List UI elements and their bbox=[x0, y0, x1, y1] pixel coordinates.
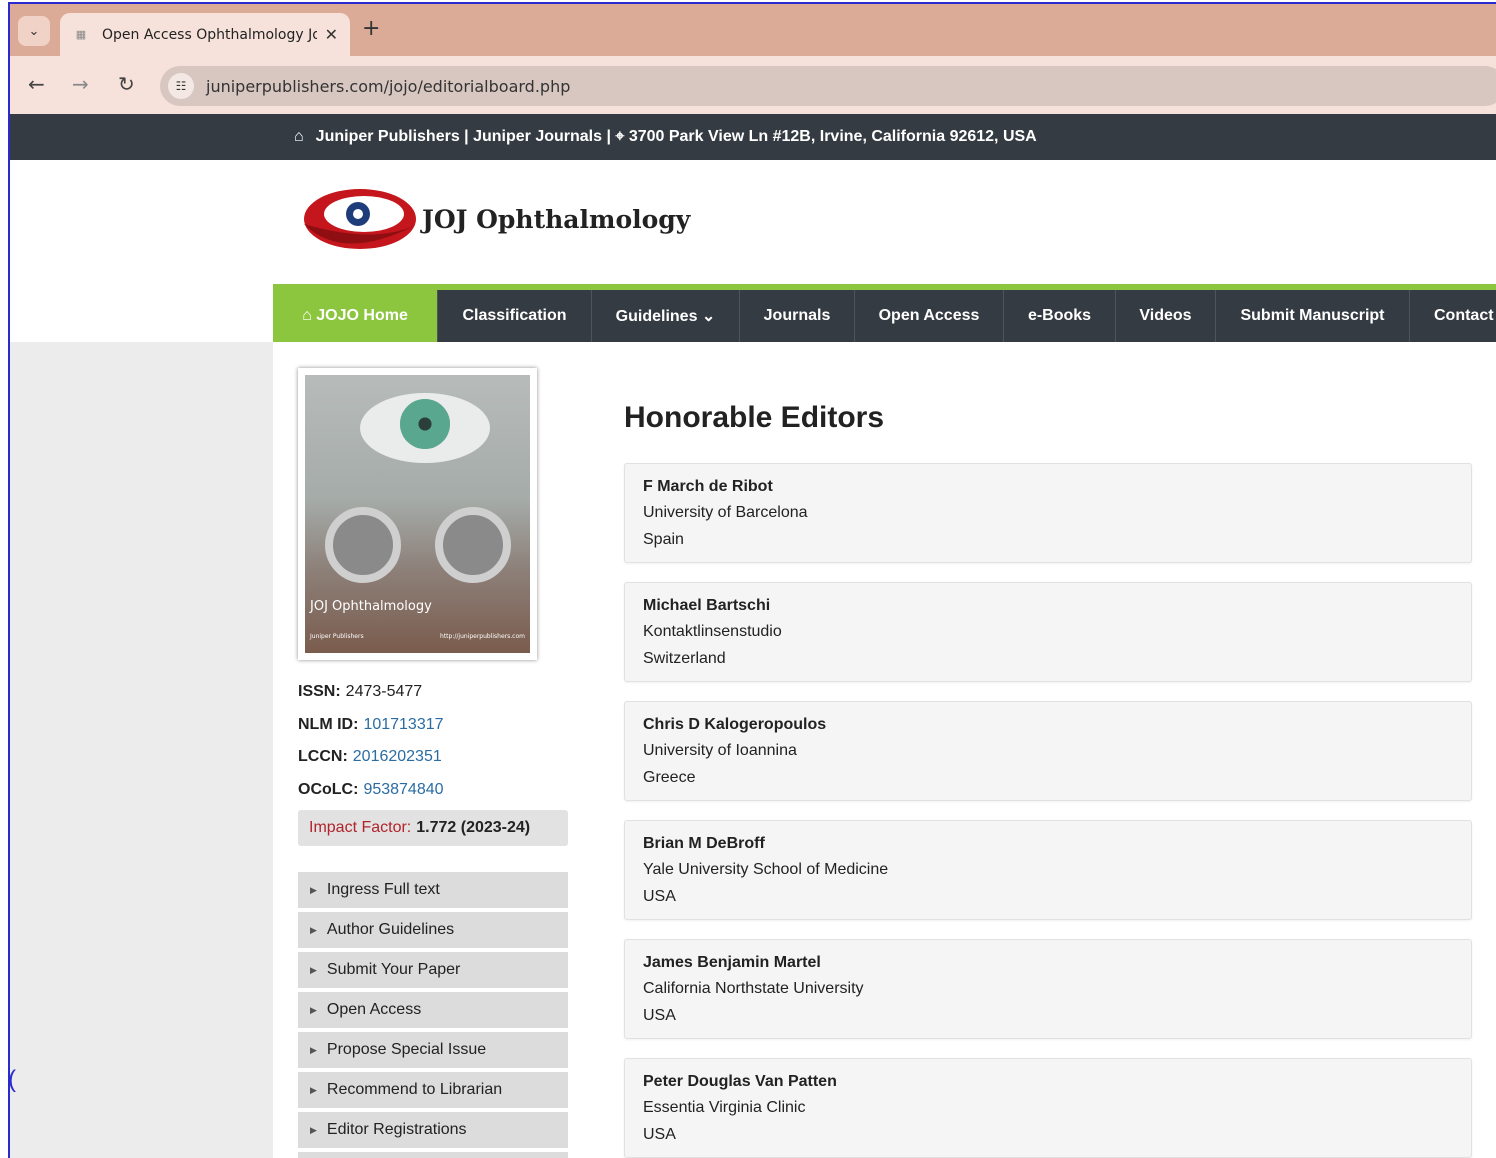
caret-right-icon: ▶ bbox=[310, 884, 317, 895]
caret-right-icon: ▶ bbox=[310, 964, 317, 975]
left-gutter bbox=[10, 342, 273, 1158]
caret-right-icon: ▶ bbox=[310, 1124, 317, 1135]
editor-affiliation: Essentia Virginia Clinic bbox=[643, 1099, 806, 1116]
caret-right-icon: ▶ bbox=[310, 1084, 317, 1095]
browser-window: ⌄ ▦ Open Access Ophthalmology Jo ✕ + ← →… bbox=[8, 2, 1496, 1158]
tab-title: Open Access Ophthalmology Jo bbox=[102, 26, 317, 43]
menu-item-classification[interactable]: Classification bbox=[438, 290, 592, 342]
menu-item-contact[interactable]: Contact bbox=[1410, 290, 1496, 342]
editor-card: Peter Douglas Van Patten Essentia Virgin… bbox=[624, 1058, 1472, 1158]
menu-item-ebooks[interactable]: e-Books bbox=[1004, 290, 1116, 342]
editor-card: Brian M DeBroff Yale University School o… bbox=[624, 820, 1472, 920]
menu-item-open-access[interactable]: Open Access bbox=[855, 290, 1004, 342]
eye-logo-icon bbox=[302, 184, 418, 254]
menu-item-jojo-home[interactable]: ⌂ JOJO Home bbox=[273, 290, 438, 342]
lccn-link[interactable]: 2016202351 bbox=[353, 748, 442, 766]
editor-name: Brian M DeBroff bbox=[643, 835, 765, 852]
new-tab-button[interactable]: + bbox=[362, 16, 380, 41]
menu-item-guidelines[interactable]: Guidelines ⌄ bbox=[592, 290, 740, 342]
editor-country: USA bbox=[643, 1126, 676, 1143]
editor-country: Switzerland bbox=[643, 650, 726, 667]
editor-country: Spain bbox=[643, 531, 684, 548]
journal-cover-image[interactable]: JOJ Ophthalmology Juniper Publishers htt… bbox=[298, 368, 537, 660]
editor-card: F March de Ribot University of Barcelona… bbox=[624, 463, 1472, 563]
home-icon: ⌂ bbox=[294, 128, 304, 145]
top-info-strip: ⌂ Juniper Publishers | Juniper Journals … bbox=[10, 114, 1496, 160]
editor-name: James Benjamin Martel bbox=[643, 954, 821, 971]
editor-country: USA bbox=[643, 1007, 676, 1024]
editor-card: Michael Bartschi Kontaktlinsenstudio Swi… bbox=[624, 582, 1472, 682]
nlm-label: NLM ID: bbox=[298, 715, 359, 733]
sidebar-item-submit-your-paper[interactable]: ▶ Submit Your Paper bbox=[298, 952, 568, 988]
page-title: Honorable Editors bbox=[624, 401, 885, 434]
back-icon[interactable]: ← bbox=[28, 72, 45, 96]
editor-affiliation: Yale University School of Medicine bbox=[643, 861, 889, 878]
editor-affiliation: University of Ioannina bbox=[643, 742, 797, 759]
favicon-icon: ▦ bbox=[75, 29, 87, 41]
impact-factor-label: Impact Factor: bbox=[309, 819, 412, 836]
editor-card: Chris D Kalogeropoulos University of Ioa… bbox=[624, 701, 1472, 801]
editor-country: USA bbox=[643, 888, 676, 905]
cover-title: JOJ Ophthalmology bbox=[310, 599, 432, 614]
nlm-link[interactable]: 101713317 bbox=[363, 716, 443, 734]
caret-right-icon: ▶ bbox=[310, 1044, 317, 1055]
editor-card: James Benjamin Martel California Northst… bbox=[624, 939, 1472, 1039]
impact-factor-box: Impact Factor: 1.772 (2023-24) bbox=[298, 810, 568, 846]
editor-affiliation: Kontaktlinsenstudio bbox=[643, 623, 782, 640]
menu-item-submit-manuscript[interactable]: Submit Manuscript bbox=[1216, 290, 1410, 342]
issn-value: 2473-5477 bbox=[345, 683, 423, 701]
menu-item-videos[interactable]: Videos bbox=[1116, 290, 1216, 342]
site-info-icon[interactable]: ☷ bbox=[168, 73, 194, 99]
top-info-text: Juniper Publishers | Juniper Journals | … bbox=[315, 128, 1037, 145]
editor-list: F March de Ribot University of Barcelona… bbox=[624, 463, 1472, 1158]
cover-publisher: Juniper Publishers bbox=[310, 633, 364, 640]
caret-right-icon: ▶ bbox=[310, 924, 317, 935]
editor-name: F March de Ribot bbox=[643, 478, 773, 495]
sidebar-item-open-access[interactable]: ▶ Open Access bbox=[298, 992, 568, 1028]
site-logo[interactable]: JOJ Ophthalmology bbox=[302, 184, 690, 254]
close-icon[interactable]: ✕ bbox=[325, 25, 338, 45]
issn-label: ISSN: bbox=[298, 683, 341, 701]
sidebar-item-partial[interactable] bbox=[298, 1152, 568, 1158]
sidebar-item-recommend-to-librarian[interactable]: ▶ Recommend to Librarian bbox=[298, 1072, 568, 1108]
stray-glyph: ( bbox=[8, 1066, 16, 1093]
tab-search-dropdown[interactable]: ⌄ bbox=[18, 16, 50, 46]
impact-factor-value: 1.772 (2023-24) bbox=[416, 819, 531, 836]
sidebar-item-editor-registrations[interactable]: ▶ Editor Registrations bbox=[298, 1112, 568, 1148]
sidebar-item-ingress-full-text[interactable]: ▶ Ingress Full text bbox=[298, 872, 568, 908]
editor-affiliation: California Northstate University bbox=[643, 980, 864, 997]
main-menu: ⌂ JOJO Home Classification Guidelines ⌄ … bbox=[273, 284, 1496, 342]
url-text: juniperpublishers.com/jojo/editorialboar… bbox=[206, 76, 571, 96]
sidebar-item-author-guidelines[interactable]: ▶ Author Guidelines bbox=[298, 912, 568, 948]
chevron-down-icon: ⌄ bbox=[28, 23, 40, 38]
reload-icon[interactable]: ↻ bbox=[118, 72, 135, 96]
browser-tab[interactable]: ▦ Open Access Ophthalmology Jo ✕ bbox=[60, 13, 350, 56]
url-field[interactable]: ☷ juniperpublishers.com/jojo/editorialbo… bbox=[160, 66, 1496, 106]
journal-identifiers: ISSN: 2473-5477 NLM ID: 101713317 LCCN: 201… bbox=[298, 676, 444, 806]
lccn-label: LCCN: bbox=[298, 748, 348, 766]
sidebar-item-propose-special-issue[interactable]: ▶ Propose Special Issue bbox=[298, 1032, 568, 1068]
editor-country: Greece bbox=[643, 769, 696, 786]
address-bar: ← → ↻ ☷ juniperpublishers.com/jojo/edito… bbox=[10, 56, 1496, 114]
editor-name: Michael Bartschi bbox=[643, 597, 771, 614]
tab-bar: ⌄ ▦ Open Access Ophthalmology Jo ✕ + bbox=[10, 4, 1496, 56]
sidebar-links: ▶ Ingress Full text ▶ Author Guidelines ▶ S… bbox=[298, 872, 568, 1158]
menu-item-journals[interactable]: Journals bbox=[740, 290, 855, 342]
editor-name: Peter Douglas Van Patten bbox=[643, 1073, 837, 1090]
ocolc-link[interactable]: 953874840 bbox=[363, 781, 443, 799]
cover-url: http://juniperpublishers.com bbox=[440, 633, 525, 640]
editor-name: Chris D Kalogeropoulos bbox=[643, 716, 827, 733]
ocolc-label: OCoLC: bbox=[298, 780, 359, 798]
logo-text: JOJ Ophthalmology bbox=[422, 204, 691, 234]
editor-affiliation: University of Barcelona bbox=[643, 504, 808, 521]
forward-icon[interactable]: → bbox=[72, 72, 89, 96]
caret-right-icon: ▶ bbox=[310, 1004, 317, 1015]
